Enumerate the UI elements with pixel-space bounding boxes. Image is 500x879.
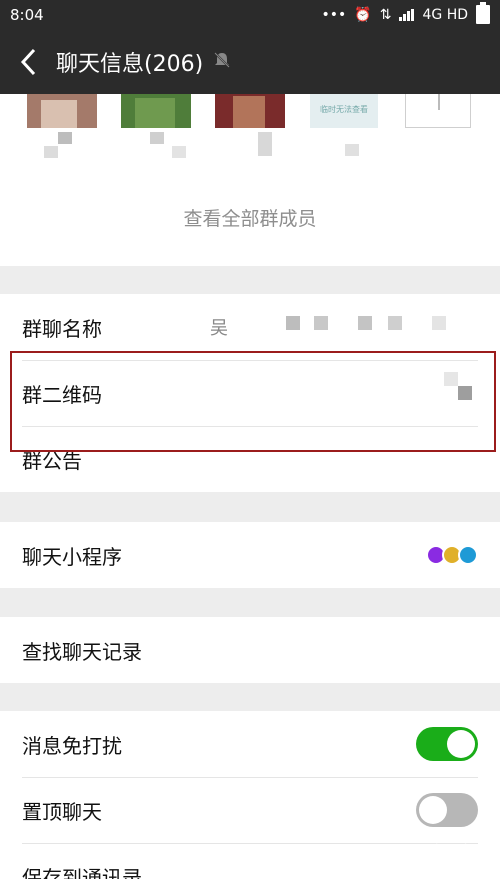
data-transfer-icon: ⇅ (379, 7, 392, 23)
member-avatar[interactable] (121, 94, 191, 128)
group-name-blur (432, 316, 446, 330)
title-bar: 聊天信息(206) (0, 30, 500, 94)
mute-label: 消息免打扰 (22, 733, 122, 758)
chevron-left-icon (20, 48, 36, 76)
miniprogram-app-icon (458, 545, 478, 565)
member-avatar[interactable] (27, 94, 97, 128)
back-button[interactable] (0, 30, 56, 94)
highlight-box (10, 351, 496, 452)
mute-toggle[interactable] (416, 727, 478, 761)
search-section: 查找聊天记录 (0, 617, 500, 683)
group-name-blur (388, 316, 402, 330)
view-all-members-link[interactable]: 查看全部群成员 (0, 204, 500, 231)
search-chat-history-row[interactable]: 查找聊天记录 (0, 617, 500, 683)
member-name-blur (58, 132, 72, 144)
chat-miniprogram-row[interactable]: 聊天小程序 (0, 522, 500, 588)
miniprogram-section: 聊天小程序 (0, 522, 500, 588)
status-time: 8:04 (10, 6, 44, 24)
group-name-blur (286, 316, 300, 330)
member-name-blur (258, 132, 272, 156)
watermark-logo: Baidu 经验 (360, 842, 472, 866)
status-bar: 8:04 ••• ⏰ ⇅ 4G HD (0, 0, 500, 30)
member-name-blur (172, 146, 186, 158)
pin-toggle[interactable] (416, 793, 478, 827)
member-avatar[interactable] (215, 94, 285, 128)
member-avatar[interactable]: 临时无法查看 (310, 94, 380, 128)
mute-row[interactable]: 消息免打扰 (0, 711, 500, 777)
add-member-button[interactable] (405, 94, 471, 128)
group-name-label: 群聊名称 (22, 316, 102, 341)
group-name-blur (358, 316, 372, 330)
member-name-blur (345, 144, 359, 156)
miniprogram-icons (426, 545, 478, 565)
pin-row[interactable]: 置顶聊天 (0, 777, 500, 843)
network-label: 4G HD (422, 7, 468, 23)
member-name-blur (44, 146, 58, 158)
avatar-caption: 临时无法查看 (320, 105, 368, 114)
member-grid: 临时无法查看 查看全部群成员 (0, 94, 500, 266)
alarm-icon: ⏰ (354, 7, 372, 23)
mute-bell-icon (213, 51, 231, 73)
pin-label: 置顶聊天 (22, 799, 102, 824)
battery-icon (476, 2, 490, 28)
signal-icon (399, 9, 415, 21)
chat-miniprogram-label: 聊天小程序 (22, 544, 122, 569)
group-name-blur (314, 316, 328, 330)
group-name-value: 吴 (210, 318, 228, 339)
search-chat-history-label: 查找聊天记录 (22, 639, 142, 664)
member-name-blur (150, 132, 164, 144)
page-title: 聊天信息(206) (56, 52, 204, 77)
more-dots-icon: ••• (321, 7, 347, 23)
